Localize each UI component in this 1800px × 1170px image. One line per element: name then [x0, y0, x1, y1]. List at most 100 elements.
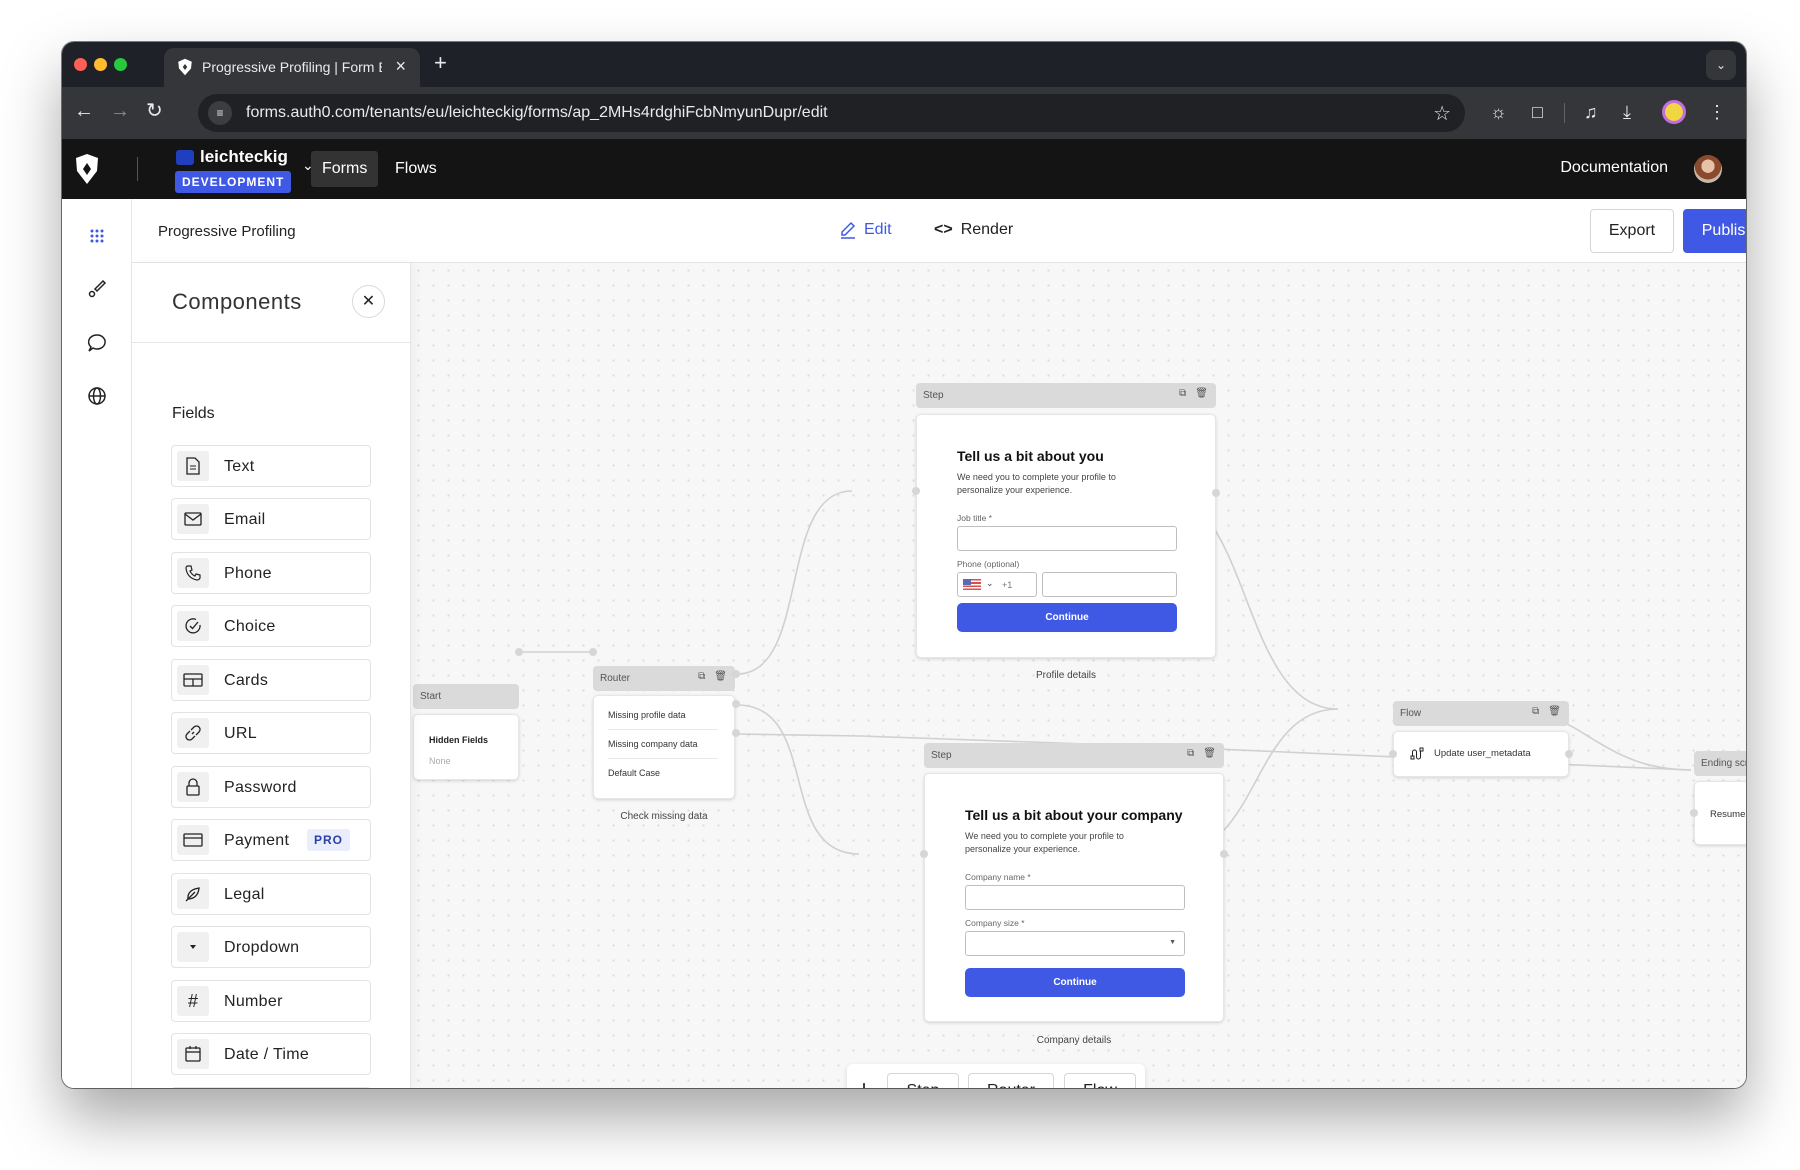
forward-icon[interactable]: → — [110, 101, 130, 121]
flow-node[interactable]: Update user_metadata — [1393, 731, 1569, 777]
minimize-window-button[interactable] — [94, 58, 107, 71]
step-company-node[interactable]: Tell us a bit about your company We need… — [924, 773, 1224, 1022]
us-flag-icon — [963, 579, 981, 590]
component-cards[interactable]: Cards — [171, 659, 371, 701]
trash-icon[interactable]: 🗑 — [1203, 748, 1216, 759]
step-company-header[interactable]: Step ⧉ 🗑 — [924, 743, 1224, 768]
start-node[interactable]: Hidden Fields None — [413, 714, 519, 780]
component-number[interactable]: # Number — [171, 980, 371, 1022]
router-output-handle[interactable] — [732, 700, 740, 708]
auth0-logo-icon[interactable] — [74, 153, 100, 185]
extension-icon[interactable]: ☼ — [1490, 100, 1507, 124]
close-panel-button[interactable]: ✕ — [352, 285, 385, 318]
router-output-handle[interactable] — [732, 729, 740, 737]
ending-node[interactable]: Resume authentication — [1694, 781, 1746, 845]
plus-icon[interactable]: + — [857, 1076, 871, 1088]
router-node[interactable]: Missing profile data Missing company dat… — [593, 695, 735, 799]
chat-bubble-icon[interactable] — [85, 331, 109, 355]
documentation-link[interactable]: Documentation — [1560, 159, 1668, 177]
download-icon[interactable]: ⤓ — [1623, 100, 1631, 124]
new-tab-button[interactable]: + — [434, 50, 447, 76]
bookmark-star-icon[interactable]: ☆ — [1433, 101, 1451, 126]
component-text[interactable]: Text — [171, 445, 371, 487]
brush-icon[interactable] — [85, 277, 109, 301]
flow-node-header[interactable]: Flow ⧉ 🗑 — [1393, 701, 1569, 726]
component-legal[interactable]: Legal — [171, 873, 371, 915]
tab-title: Progressive Profiling | Form Editor — [202, 59, 382, 75]
component-payment[interactable]: Payment PRO — [171, 819, 371, 861]
node-type-label: Step — [931, 750, 952, 761]
router-input-handle[interactable] — [589, 648, 597, 656]
company-size-select[interactable]: ▼ — [965, 931, 1185, 956]
continue-button[interactable]: Continue — [957, 603, 1177, 632]
router-condition-row[interactable]: Missing company data — [608, 730, 718, 759]
step-output-handle[interactable] — [1220, 850, 1228, 858]
company-name-input[interactable] — [965, 885, 1185, 910]
flow-canvas[interactable]: Start Hidden Fields None Router ⧉ 🗑 Missi… — [411, 263, 1746, 1088]
ending-input-handle[interactable] — [1690, 809, 1698, 817]
router-condition-row[interactable]: Missing profile data — [608, 701, 718, 730]
profile-icon[interactable] — [1662, 100, 1686, 124]
start-output-handle[interactable] — [515, 648, 523, 656]
reload-icon[interactable]: ↻ — [146, 101, 163, 121]
add-flow-button[interactable]: Flow — [1064, 1073, 1136, 1088]
nav-forms[interactable]: Forms — [311, 151, 379, 187]
duplicate-icon[interactable]: ⧉ — [1532, 706, 1539, 717]
publish-button[interactable]: Publish — [1683, 209, 1746, 253]
continue-button[interactable]: Continue — [965, 968, 1185, 997]
url-text[interactable]: forms.auth0.com/tenants/eu/leichteckig/f… — [246, 104, 828, 122]
components-grid-icon[interactable] — [85, 224, 109, 248]
site-info-icon[interactable]: ≡ — [208, 101, 232, 125]
component-url[interactable]: URL — [171, 712, 371, 754]
component-password[interactable]: Password — [171, 766, 371, 808]
component-choice[interactable]: Choice — [171, 605, 371, 647]
address-bar[interactable]: ≡ forms.auth0.com/tenants/eu/leichteckig… — [198, 94, 1465, 132]
back-icon[interactable]: ← — [74, 101, 94, 121]
nav-flows[interactable]: Flows — [384, 151, 448, 187]
user-avatar[interactable] — [1694, 155, 1722, 183]
step-heading: Tell us a bit about you — [957, 448, 1104, 464]
globe-icon[interactable] — [85, 384, 109, 408]
puzzle-icon[interactable]: □ — [1532, 100, 1543, 124]
trash-icon[interactable]: 🗑 — [1548, 706, 1561, 717]
component-phone[interactable]: Phone — [171, 552, 371, 594]
duplicate-icon[interactable]: ⧉ — [1179, 388, 1186, 399]
step-input-handle[interactable] — [920, 850, 928, 858]
flow-input-handle[interactable] — [1389, 750, 1397, 758]
export-button[interactable]: Export — [1590, 209, 1674, 253]
menu-icon[interactable]: ⋮ — [1708, 100, 1726, 124]
start-node-header[interactable]: Start — [413, 684, 519, 709]
router-output-handle[interactable] — [732, 670, 740, 678]
job-title-input[interactable] — [957, 526, 1177, 551]
tab-search-button[interactable]: ⌄ — [1706, 50, 1736, 80]
add-router-button[interactable]: Router — [968, 1073, 1054, 1088]
component-email[interactable]: Email — [171, 498, 371, 540]
flow-output-handle[interactable] — [1565, 750, 1573, 758]
add-step-button[interactable]: Step — [887, 1073, 959, 1088]
country-code-select[interactable]: ⌄ +1 — [957, 572, 1037, 597]
router-node-header[interactable]: Router ⧉ 🗑 — [593, 666, 735, 691]
component-boolean[interactable]: Boolean — [171, 1087, 371, 1088]
tenant-name[interactable]: leichteckig — [200, 147, 288, 167]
step-profile-node[interactable]: Tell us a bit about you We need you to c… — [916, 414, 1216, 658]
mode-tab-render[interactable]: <> Render — [934, 221, 1013, 239]
step-profile-header[interactable]: Step ⧉ 🗑 — [916, 383, 1216, 408]
media-icon[interactable]: ♫ — [1584, 100, 1598, 124]
trash-icon[interactable]: 🗑 — [1195, 388, 1208, 399]
router-condition-row[interactable]: Default Case — [608, 759, 718, 788]
maximize-window-button[interactable] — [114, 58, 127, 71]
component-dropdown[interactable]: Dropdown — [171, 926, 371, 968]
duplicate-icon[interactable]: ⧉ — [1187, 748, 1194, 759]
step-input-handle[interactable] — [912, 487, 920, 495]
phone-icon — [177, 558, 209, 588]
close-window-button[interactable] — [74, 58, 87, 71]
phone-input[interactable] — [1042, 572, 1177, 597]
step-output-handle[interactable] — [1212, 489, 1220, 497]
mode-tab-edit[interactable]: Edit — [840, 221, 892, 239]
component-date-time[interactable]: Date / Time — [171, 1033, 371, 1075]
duplicate-icon[interactable]: ⧉ — [698, 671, 705, 682]
trash-icon[interactable]: 🗑 — [714, 671, 727, 682]
browser-tab[interactable]: Progressive Profiling | Form Editor × — [164, 48, 420, 87]
tab-close-icon[interactable]: × — [395, 56, 406, 77]
ending-node-header[interactable]: Ending screen — [1694, 751, 1746, 776]
